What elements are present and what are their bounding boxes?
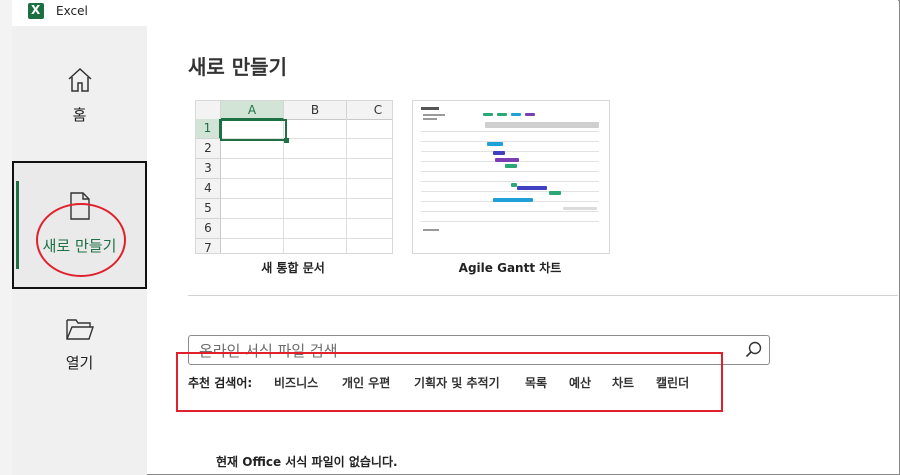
main-pane: 새로 만들기 A B C 1 2 3 4 5 6 7 새 통합 문서 Agile…	[147, 26, 898, 473]
gantt-row	[421, 151, 599, 152]
gantt-text-line	[423, 118, 437, 120]
row-header: 1	[196, 119, 221, 139]
corner-cell	[196, 101, 221, 119]
annotation-circle	[36, 203, 126, 277]
home-icon	[67, 67, 92, 92]
row-header: 3	[196, 159, 221, 179]
grid-line	[221, 158, 392, 159]
column-header: B	[284, 101, 347, 119]
row-header: 4	[196, 179, 221, 199]
column-header: A	[221, 101, 284, 120]
gantt-row	[421, 141, 599, 142]
gantt-bar	[563, 207, 597, 210]
fill-handle	[284, 138, 289, 143]
gantt-bar	[493, 198, 533, 202]
row-header: 7	[196, 239, 221, 253]
template-name-blank: 새 통합 문서	[261, 261, 325, 275]
empty-templates-message: 현재 Office 서식 파일이 없습니다.	[216, 455, 398, 469]
gantt-bar	[487, 142, 503, 146]
gantt-row	[421, 181, 599, 182]
grid-line	[221, 218, 392, 219]
backstage-nav: 홈 새로 만들기 열기	[12, 26, 147, 475]
gantt-row	[421, 221, 599, 222]
page-title: 새로 만들기	[188, 55, 287, 79]
nav-item-new[interactable]: 새로 만들기	[12, 161, 147, 289]
row-header: 6	[196, 219, 221, 239]
row-header: 5	[196, 199, 221, 219]
gantt-row	[421, 171, 599, 172]
gantt-row	[421, 191, 599, 192]
gantt-bar	[505, 164, 517, 168]
grid-line	[221, 198, 392, 199]
gantt-bar	[549, 191, 561, 195]
gantt-row	[421, 211, 599, 212]
gantt-text-line	[423, 229, 439, 231]
gantt-legend-chip	[497, 113, 507, 116]
template-name-gantt: Agile Gantt 차트	[458, 261, 562, 275]
template-blank-workbook[interactable]: A B C 1 2 3 4 5 6 7	[195, 100, 393, 254]
folder-open-icon	[65, 319, 94, 340]
row-header: 2	[196, 139, 221, 159]
gantt-bar	[495, 158, 519, 162]
nav-item-home[interactable]: 홈	[12, 66, 147, 146]
search-icon[interactable]	[745, 341, 763, 359]
grid-line	[221, 178, 392, 179]
grid-line	[346, 119, 347, 253]
background-window-strip	[0, 0, 12, 475]
gantt-bar	[517, 186, 547, 190]
excel-logo-icon: X	[28, 3, 44, 19]
annotation-rectangle	[176, 352, 723, 412]
title-bar: X Excel	[12, 0, 898, 26]
app-title: Excel	[56, 4, 88, 18]
column-header: C	[347, 101, 392, 119]
gantt-legend-chip	[483, 113, 493, 116]
grid-line	[221, 238, 392, 239]
active-cell	[220, 119, 289, 143]
nav-label-home: 홈	[72, 106, 87, 124]
gantt-bar	[493, 151, 505, 155]
gantt-header-band	[485, 122, 599, 128]
nav-item-open[interactable]: 열기	[12, 316, 147, 376]
grid-header: A B C	[196, 101, 392, 120]
gantt-title-line	[421, 107, 439, 110]
section-divider	[188, 295, 898, 296]
gantt-text-line	[423, 114, 445, 116]
template-agile-gantt[interactable]	[412, 100, 610, 254]
nav-label-open: 열기	[65, 354, 94, 372]
gantt-row	[421, 131, 599, 132]
gantt-legend-chip	[511, 113, 521, 116]
gantt-legend-chip	[525, 113, 535, 116]
